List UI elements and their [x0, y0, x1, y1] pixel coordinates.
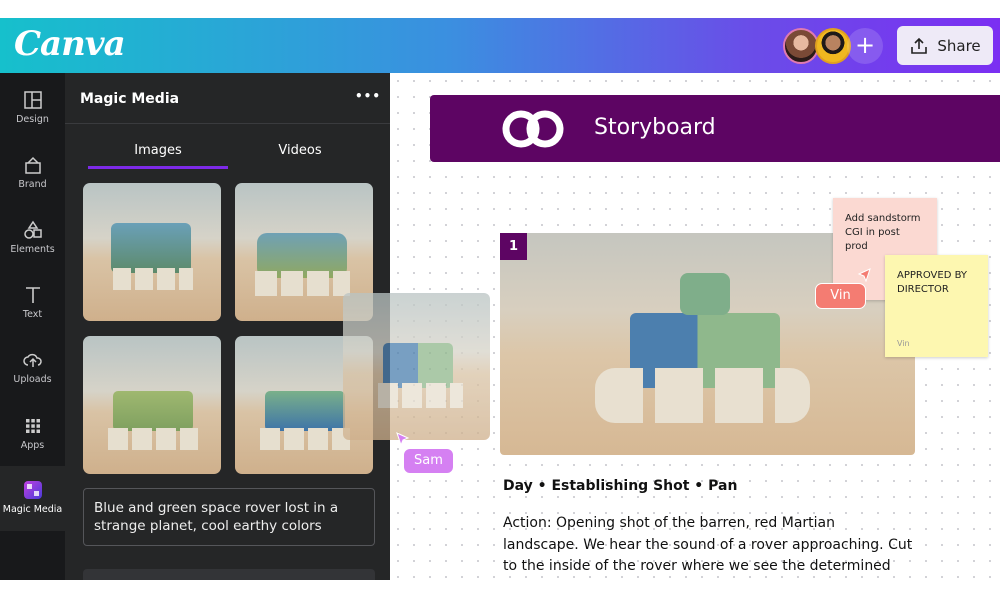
grid-icon	[25, 419, 40, 433]
avatar[interactable]	[815, 28, 851, 64]
scene-action-text[interactable]: Action: Opening shot of the barren, red …	[503, 513, 913, 577]
sidebar: Design Brand Elements Text Uploads Apps …	[0, 73, 65, 580]
cloud-upload-icon	[22, 353, 42, 367]
storyboard-banner[interactable]: Storyboard	[430, 95, 1000, 162]
sidebar-item-label: Apps	[20, 440, 45, 451]
sidebar-item-design[interactable]: Design	[0, 90, 65, 125]
collaborator-cursor-vin: Vin	[815, 283, 866, 309]
brand-icon	[24, 156, 41, 174]
share-label: Share	[937, 36, 981, 55]
cursor-icon	[396, 432, 410, 446]
generated-image[interactable]	[83, 183, 221, 321]
text-icon	[25, 287, 40, 303]
share-button[interactable]: Share	[897, 26, 993, 65]
avatar[interactable]	[783, 28, 819, 64]
sidebar-item-label: Brand	[18, 179, 47, 190]
collaborator-cursor-sam: Sam	[403, 448, 454, 474]
panel-title: Magic Media	[80, 91, 180, 107]
sticky-text: APPROVED BY DIRECTOR	[897, 270, 968, 295]
sticky-note-approved[interactable]: APPROVED BY DIRECTOR Vin	[885, 255, 988, 357]
scene-heading[interactable]: Day • Establishing Shot • Pan	[503, 478, 737, 494]
sidebar-item-label: Elements	[10, 244, 55, 255]
sticky-author: Vin	[897, 339, 910, 348]
add-collaborator-button[interactable]: +	[847, 28, 883, 64]
brand-logo	[502, 110, 564, 148]
divider	[65, 123, 390, 124]
tab-images[interactable]: Images	[88, 143, 228, 169]
sidebar-item-label: Magic Media	[2, 504, 63, 515]
cursor-icon	[857, 268, 871, 282]
sidebar-item-brand[interactable]: Brand	[0, 155, 65, 190]
upload-icon	[911, 37, 928, 54]
canva-logo[interactable]: Canva	[14, 24, 126, 64]
prompt-input[interactable]: Blue and green space rover lost in a str…	[83, 488, 375, 546]
sidebar-item-apps[interactable]: Apps	[0, 416, 65, 451]
tab-videos[interactable]: Videos	[230, 143, 370, 158]
top-bar: Canva + Share	[0, 18, 1000, 73]
sidebar-item-label: Design	[16, 114, 49, 125]
dragged-image[interactable]	[343, 293, 490, 440]
generated-image[interactable]	[83, 336, 221, 474]
shapes-icon	[23, 220, 42, 239]
magic-media-icon	[23, 481, 42, 499]
sidebar-item-uploads[interactable]: Uploads	[0, 350, 65, 385]
bottom-margin	[0, 580, 1000, 600]
layout-icon	[23, 91, 42, 109]
banner-title: Storyboard	[594, 115, 716, 140]
sidebar-item-label: Uploads	[13, 374, 52, 385]
sidebar-item-magic-media[interactable]: Magic Media	[0, 466, 65, 531]
magic-media-panel: Magic Media ••• Images Videos Blue and g…	[65, 73, 390, 589]
sidebar-item-elements[interactable]: Elements	[0, 220, 65, 255]
sidebar-item-text[interactable]: Text	[0, 285, 65, 320]
sidebar-item-label: Text	[22, 309, 43, 320]
scene-number-badge: 1	[500, 233, 527, 260]
more-options-button[interactable]: •••	[355, 89, 381, 103]
